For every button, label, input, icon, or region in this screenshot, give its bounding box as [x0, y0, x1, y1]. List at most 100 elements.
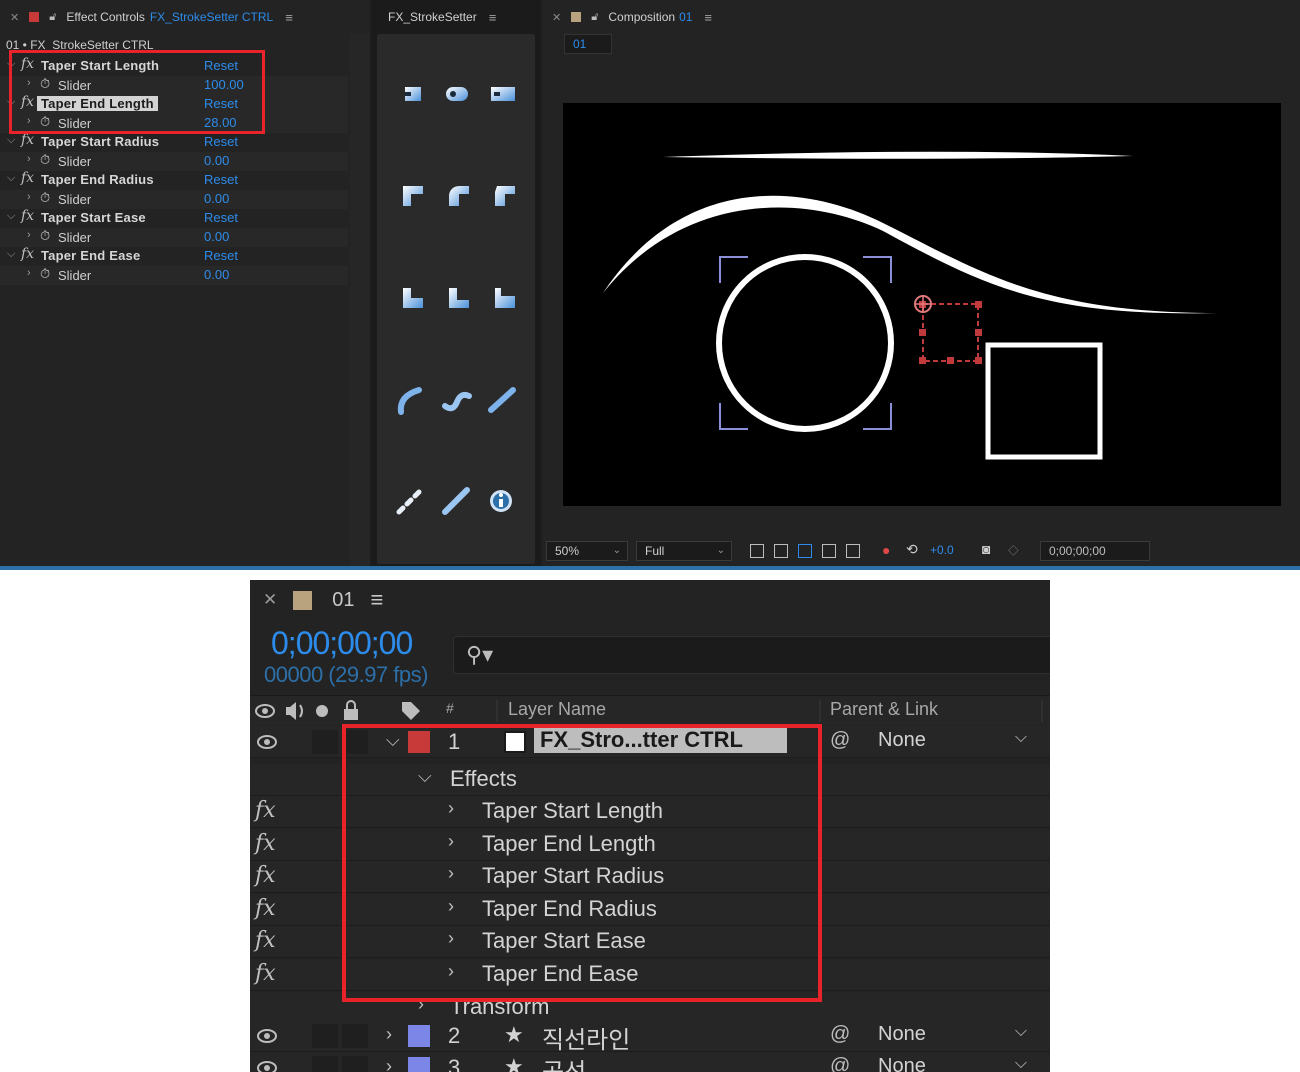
effect-controls-target[interactable]: FX_StrokeSetter CTRL: [150, 10, 273, 24]
join-round-icon[interactable]: [449, 186, 469, 206]
eye-icon[interactable]: [255, 704, 275, 718]
reset-link[interactable]: Reset: [204, 210, 238, 225]
layer-search-input[interactable]: ⚲▾: [453, 636, 1050, 674]
mask-path-icon[interactable]: [798, 544, 812, 558]
parent-dropdown[interactable]: None ⌵: [870, 729, 1035, 755]
corner-c-icon[interactable]: [495, 288, 515, 308]
layer-name[interactable]: 곡선: [542, 1052, 586, 1072]
slider-value[interactable]: 0.00: [204, 191, 229, 206]
corner-a-icon[interactable]: [403, 288, 423, 308]
fx-icon[interactable]: fx: [21, 132, 34, 148]
comp-canvas[interactable]: [563, 103, 1281, 506]
slider-value[interactable]: 0.00: [204, 229, 229, 244]
slider-row[interactable]: › ⏱︎ Slider 0.00: [0, 152, 348, 171]
effect-name[interactable]: Taper End Ease: [41, 248, 140, 263]
resolution-dropdown[interactable]: Full ⌄: [636, 541, 732, 561]
layer-name[interactable]: 직선라인: [542, 1020, 630, 1055]
region-icon[interactable]: [750, 544, 764, 558]
composition-tab[interactable]: ✕ 🔓︎ Composition 01 ≡: [552, 0, 712, 34]
current-time[interactable]: 0;00;00;00: [271, 625, 413, 662]
line-icon[interactable]: [442, 487, 470, 515]
fx-icon[interactable]: fx: [255, 928, 276, 953]
strokesetter-tab[interactable]: FX_StrokeSetter ≡: [388, 0, 496, 34]
solo-toggle[interactable]: [312, 730, 338, 754]
effect-row[interactable]: ⌵ fx Taper Start Radius Reset: [0, 132, 348, 152]
layer-row-2[interactable]: › 2 ★ 직선라인 @ None ⌵: [250, 1020, 1050, 1055]
stopwatch-icon[interactable]: ⏱︎: [40, 190, 50, 206]
close-icon[interactable]: ✕: [552, 11, 561, 24]
slider-value[interactable]: 0.00: [204, 153, 229, 168]
info-icon[interactable]: [490, 490, 512, 512]
cap-square-icon[interactable]: [491, 87, 515, 101]
chevron-right-icon[interactable]: ›: [27, 267, 31, 279]
parent-header[interactable]: Parent & Link: [830, 699, 938, 720]
join-bevel-icon[interactable]: [495, 186, 515, 206]
corner-b-icon[interactable]: [449, 288, 469, 308]
label-icon[interactable]: [402, 702, 420, 720]
chevron-right-icon[interactable]: ›: [27, 153, 31, 165]
layer-name-header[interactable]: Layer Name: [508, 699, 606, 720]
composition-name[interactable]: 01: [679, 10, 692, 24]
solo-toggle[interactable]: [312, 1056, 338, 1072]
fx-icon[interactable]: fx: [21, 246, 34, 262]
viewer-timecode[interactable]: 0;00;00;00: [1040, 541, 1150, 561]
chevron-right-icon[interactable]: ›: [27, 191, 31, 203]
reset-link[interactable]: Reset: [204, 134, 238, 149]
scrollbar[interactable]: [350, 34, 370, 566]
panel-menu-icon[interactable]: ≡: [704, 10, 712, 25]
slider-row[interactable]: › ⏱︎ Slider 0.00: [0, 190, 348, 209]
pickwhip-icon[interactable]: @: [830, 1023, 850, 1046]
audio-icon[interactable]: [286, 702, 303, 720]
effect-row[interactable]: ⌵ fx Taper End Radius Reset: [0, 170, 348, 190]
parent-dropdown[interactable]: None ⌵: [870, 1023, 1035, 1049]
effect-name[interactable]: Taper Start Ease: [41, 210, 146, 225]
eye-icon[interactable]: [256, 1029, 278, 1043]
pickwhip-icon[interactable]: @: [830, 1055, 850, 1072]
comp-nav-chip[interactable]: 01: [564, 34, 612, 54]
lock-icon[interactable]: 🔓︎: [49, 11, 56, 24]
cap-round-icon[interactable]: [446, 87, 468, 101]
eye-icon[interactable]: [256, 1061, 278, 1072]
show-snapshot-icon[interactable]: ◇: [1008, 541, 1019, 558]
close-icon[interactable]: ✕: [263, 590, 277, 610]
reset-exposure-icon[interactable]: ⟲: [906, 541, 918, 558]
parent-dropdown[interactable]: None ⌵: [870, 1055, 1035, 1072]
exposure-value[interactable]: +0.0: [930, 543, 954, 557]
cap-flat-icon[interactable]: [405, 87, 421, 101]
safe-margins-icon[interactable]: [822, 544, 836, 558]
chevron-right-icon[interactable]: ›: [27, 229, 31, 241]
fx-icon[interactable]: fx: [255, 798, 276, 823]
fx-icon[interactable]: fx: [255, 831, 276, 856]
layer-row-3[interactable]: › 3 ★ 곡선 @ None ⌵: [250, 1052, 1050, 1072]
reset-link[interactable]: Reset: [204, 248, 238, 263]
lock-toggle[interactable]: [342, 1056, 368, 1072]
comp-viewer[interactable]: [563, 103, 1281, 506]
stopwatch-icon[interactable]: ⏱︎: [40, 266, 50, 282]
eye-icon[interactable]: [256, 735, 278, 749]
slider-row[interactable]: › ⏱︎ Slider 0.00: [0, 266, 348, 285]
lock-icon[interactable]: [344, 700, 358, 720]
curve-s-icon[interactable]: [397, 387, 422, 415]
curve-wave-icon[interactable]: [442, 391, 472, 412]
fx-icon[interactable]: fx: [255, 863, 276, 888]
effect-controls-tab[interactable]: ✕ 🔓︎ Effect Controls FX_StrokeSetter CTR…: [10, 0, 293, 34]
panel-menu-icon[interactable]: ≡: [371, 587, 384, 613]
chevron-right-icon[interactable]: ›: [386, 1056, 392, 1072]
fx-icon[interactable]: fx: [255, 896, 276, 921]
grid-guides-icon[interactable]: [846, 544, 860, 558]
effect-row[interactable]: ⌵ fx Taper Start Ease Reset: [0, 208, 348, 228]
chevron-right-icon[interactable]: ›: [386, 1024, 392, 1045]
effect-name[interactable]: Taper End Radius: [41, 172, 154, 187]
panel-menu-icon[interactable]: ≡: [285, 10, 293, 25]
slider-row[interactable]: › ⏱︎ Slider 0.00: [0, 228, 348, 247]
stopwatch-icon[interactable]: ⏱︎: [40, 228, 50, 244]
chevron-down-icon[interactable]: ⌵: [7, 210, 15, 223]
effect-name[interactable]: Taper Start Radius: [41, 134, 159, 149]
stopwatch-icon[interactable]: ⏱︎: [40, 152, 50, 168]
solo-icon[interactable]: [316, 705, 328, 717]
timeline-tab[interactable]: ✕ 01 ≡: [250, 580, 1050, 620]
fx-icon[interactable]: fx: [21, 208, 34, 224]
effect-row[interactable]: ⌵ fx Taper End Ease Reset: [0, 246, 348, 266]
zoom-dropdown[interactable]: 50% ⌄: [546, 541, 628, 561]
snapshot-icon[interactable]: ◙: [982, 541, 990, 557]
